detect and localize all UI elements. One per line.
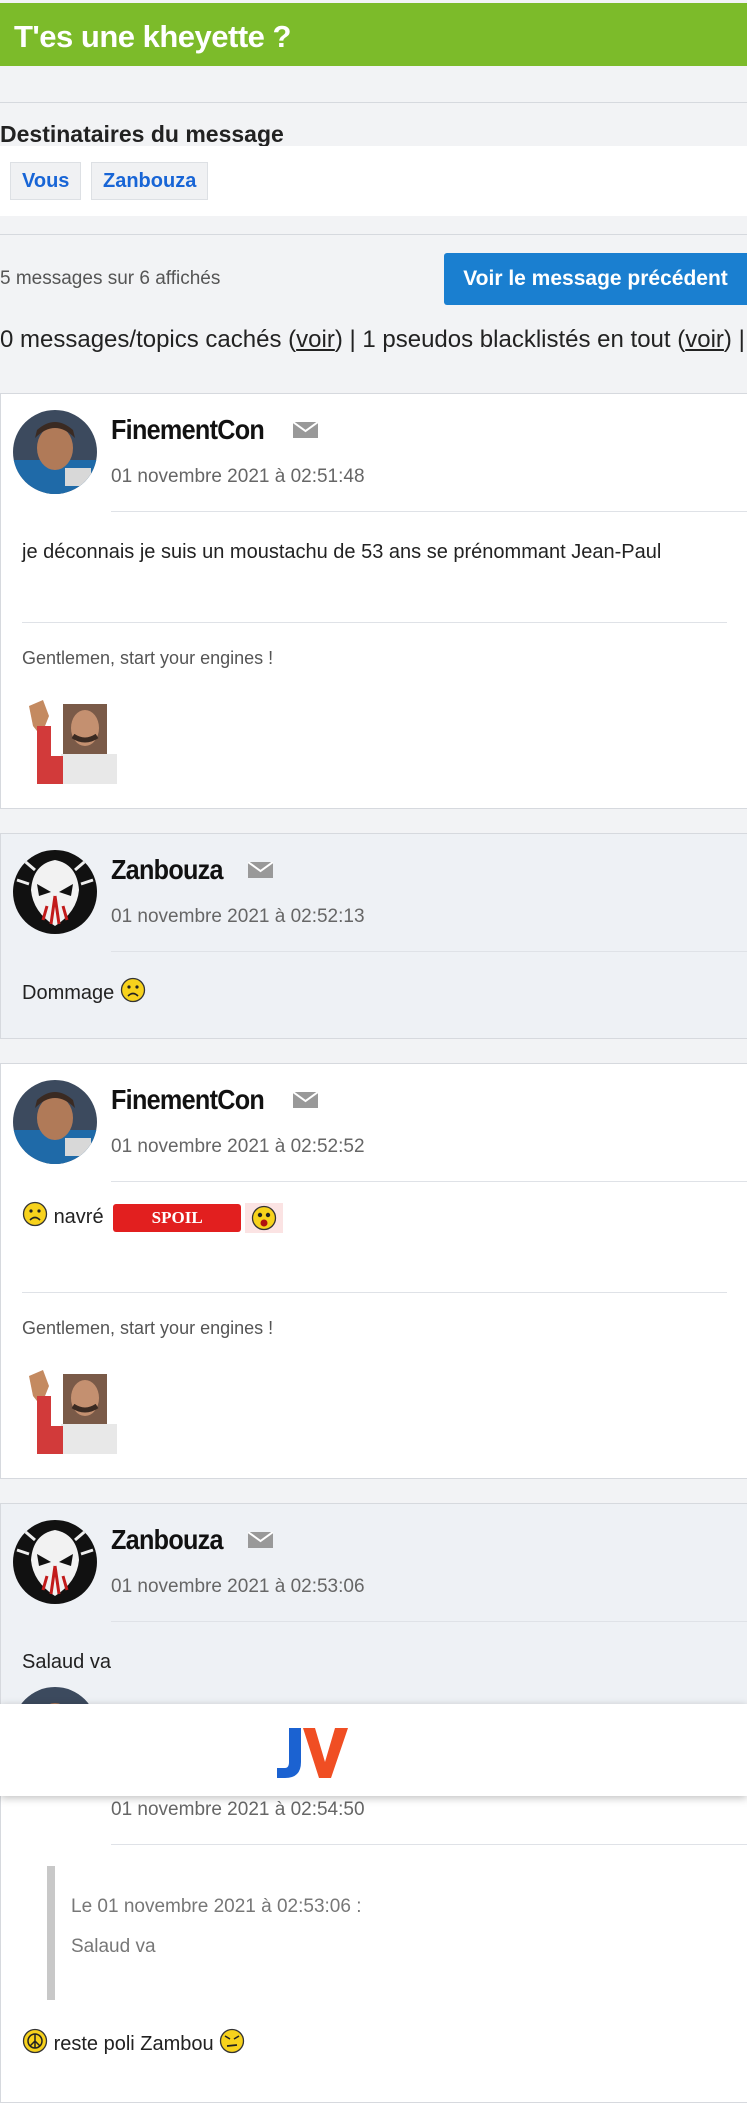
message-text-content: Dommage — [22, 982, 115, 1004]
angry-smiley-icon — [220, 2028, 245, 2054]
signature-text: Gentlemen, start your engines ! — [22, 648, 274, 668]
divider — [111, 1621, 747, 1622]
message-date[interactable]: 01 novembre 2021 à 02:54:50 — [111, 1799, 365, 1821]
message-text-content: reste poli Zambou — [53, 2033, 214, 2055]
envelope-icon[interactable] — [293, 1092, 318, 1108]
show-hidden-link[interactable]: voir — [296, 326, 335, 353]
message-item: Zanbouza 01 novembre 2021 à 02:52:13 Dom… — [0, 833, 747, 1039]
quote-text: Salaud va — [71, 1936, 156, 1957]
avatar[interactable] — [13, 1520, 97, 1604]
quote-block: Le 01 novembre 2021 à 02:53:06 : Salaud … — [47, 1866, 727, 2000]
message-date[interactable]: 01 novembre 2021 à 02:51:48 — [111, 466, 365, 488]
avatar[interactable] — [13, 1080, 97, 1164]
blacklist-end-text: ) | — [723, 326, 745, 353]
message-text: je déconnais je suis un moustachu de 53 … — [22, 541, 662, 563]
divider — [111, 951, 747, 952]
signature-text: Gentlemen, start your engines ! — [22, 1318, 274, 1338]
forum-header: T'es une kheyette ? — [0, 3, 747, 66]
signature-image — [23, 1366, 123, 1454]
message-date[interactable]: 01 novembre 2021 à 02:53:06 — [111, 1576, 365, 1598]
message-text-content: navré — [53, 1206, 104, 1228]
topic-title: T'es une kheyette ? — [14, 19, 291, 54]
recipient-tag-vous[interactable]: Vous — [10, 162, 82, 200]
avatar[interactable] — [13, 410, 97, 494]
recipients-box: Vous Zanbouza — [0, 146, 747, 216]
signature-divider — [22, 622, 727, 623]
envelope-icon[interactable] — [248, 1532, 273, 1548]
author-name[interactable]: Zanbouza — [111, 854, 224, 886]
message-text: Dommage — [22, 977, 146, 1005]
recipients-title: Destinataires du message — [0, 121, 284, 147]
jv-app-bar — [0, 1704, 747, 1796]
divider — [111, 511, 747, 512]
quote-bar — [47, 1866, 55, 2000]
blacklist-count-text: ) | 1 pseudos blacklistés en tout ( — [334, 326, 686, 353]
quote-header: Le 01 novembre 2021 à 02:53:06 : — [71, 1896, 362, 1917]
signature-divider — [22, 1292, 727, 1293]
spoil-button[interactable]: SPOIL — [113, 1203, 242, 1232]
message-date[interactable]: 01 novembre 2021 à 02:52:13 — [111, 906, 365, 928]
show-blacklist-link[interactable]: voir — [685, 326, 724, 353]
blacklist-summary: 0 messages/topics cachés (voir) | 1 pseu… — [0, 326, 745, 354]
message-text: Salaud va — [22, 1651, 111, 1673]
message-item: FinementCon 01 novembre 2021 à 02:52:52 … — [0, 1063, 747, 1479]
sad-smiley-icon — [22, 1201, 48, 1227]
divider — [0, 234, 747, 235]
signature-image — [23, 696, 123, 784]
spoil-hidden-content — [245, 1202, 284, 1233]
author-name[interactable]: Zanbouza — [111, 1524, 224, 1556]
message-count: 5 messages sur 6 affichés — [0, 268, 221, 289]
shocked-smiley-icon — [252, 1205, 277, 1230]
message-text: navré SPOIL — [22, 1201, 284, 1233]
sad-smiley-icon — [120, 977, 145, 1003]
envelope-icon[interactable] — [293, 422, 318, 438]
peace-smiley-icon — [22, 2028, 48, 2054]
message-item: FinementCon 01 novembre 2021 à 02:51:48 … — [0, 393, 747, 809]
jv-logo[interactable] — [275, 1722, 350, 1780]
hidden-count-text: 0 messages/topics cachés ( — [0, 326, 297, 353]
divider — [0, 102, 747, 103]
envelope-icon[interactable] — [248, 862, 273, 878]
previous-message-button[interactable]: Voir le message précédent — [444, 253, 747, 305]
message-text: reste poli Zambou — [22, 2028, 245, 2056]
avatar[interactable] — [13, 850, 97, 934]
divider — [111, 1181, 747, 1182]
author-name[interactable]: FinementCon — [111, 1084, 265, 1116]
author-name[interactable]: FinementCon — [111, 414, 265, 446]
message-date[interactable]: 01 novembre 2021 à 02:52:52 — [111, 1136, 365, 1158]
recipient-tag-zanbouza[interactable]: Zanbouza — [91, 162, 209, 200]
divider — [111, 1844, 747, 1845]
